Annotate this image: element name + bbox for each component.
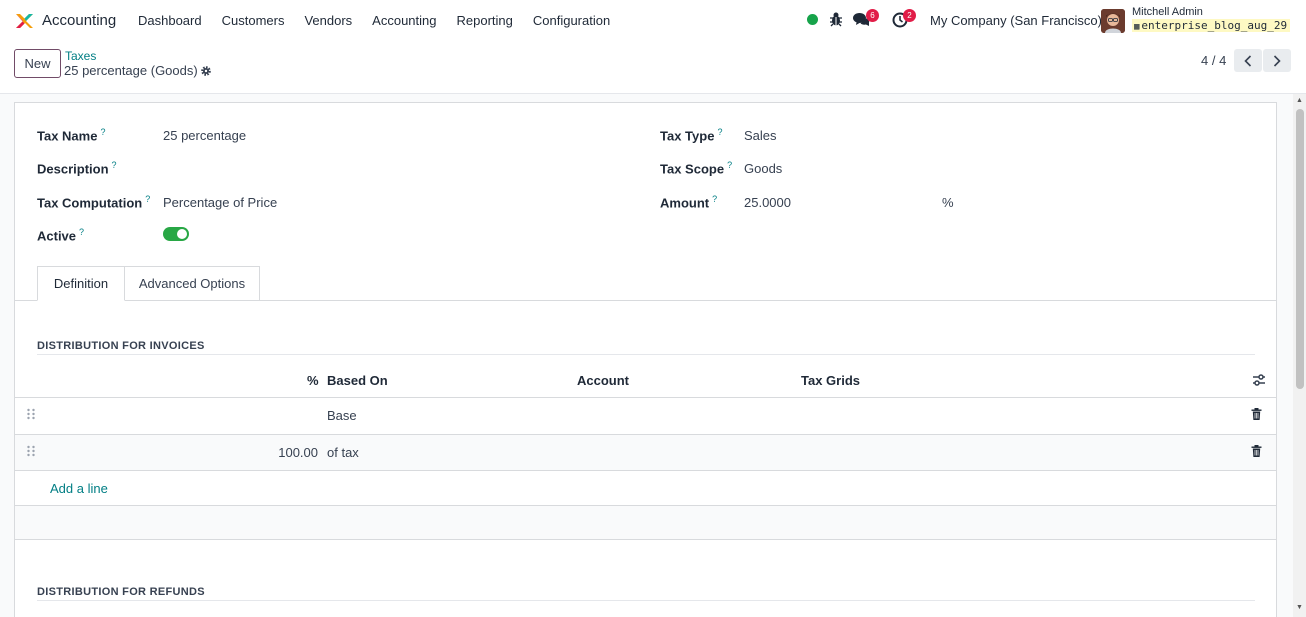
active-label: Active? xyxy=(37,227,85,244)
table-footer xyxy=(15,506,1276,539)
tab-advanced-options[interactable]: Advanced Options xyxy=(125,266,260,301)
activities-count-badge: 2 xyxy=(903,9,916,22)
table-row-divider xyxy=(15,470,1276,471)
chevron-right-icon xyxy=(1273,54,1281,67)
chevron-left-icon xyxy=(1244,54,1252,67)
tax-type-label: Tax Type? xyxy=(660,127,723,144)
top-navbar: Accounting Dashboard Customers Vendors A… xyxy=(0,0,1306,41)
user-avatar[interactable] xyxy=(1101,9,1125,33)
trash-icon[interactable] xyxy=(1251,408,1262,420)
invoices-section-title: DISTRIBUTION FOR INVOICES xyxy=(37,340,205,352)
pager-next-button[interactable] xyxy=(1263,49,1291,72)
drag-handle-icon[interactable] xyxy=(26,408,36,420)
amount-label: Amount? xyxy=(660,194,718,211)
table-footer-bottom xyxy=(15,539,1276,540)
amount-unit: % xyxy=(942,195,954,210)
drag-handle-icon[interactable] xyxy=(26,445,36,457)
trash-icon[interactable] xyxy=(1251,445,1262,457)
menu-dashboard[interactable]: Dashboard xyxy=(138,13,202,28)
main-menu: Dashboard Customers Vendors Accounting R… xyxy=(138,13,630,28)
table-row-hover-bg xyxy=(15,435,1276,470)
breadcrumb-current: 25 percentage (Goods) xyxy=(64,63,198,78)
tax-computation-label: Tax Computation? xyxy=(37,194,151,211)
form-sheet: Tax Name? 25 percentage Description? Tax… xyxy=(14,102,1277,617)
database-name: ▦ enterprise_blog_aug_29 xyxy=(1132,19,1291,32)
row-based-on[interactable]: of tax xyxy=(327,445,359,460)
scroll-up-arrow-icon[interactable]: ▲ xyxy=(1296,97,1303,104)
accounting-app-icon[interactable] xyxy=(14,11,34,31)
row-percent[interactable]: 100.00 xyxy=(265,445,318,460)
user-avatar-image xyxy=(1101,9,1125,33)
add-line-link[interactable]: Add a line xyxy=(50,481,108,496)
pager-value[interactable]: 4 / 4 xyxy=(1201,53,1226,68)
tax-scope-label: Tax Scope? xyxy=(660,160,733,177)
pager-previous-button[interactable] xyxy=(1234,49,1262,72)
row-based-on[interactable]: Base xyxy=(327,408,357,423)
bug-icon[interactable] xyxy=(829,11,843,27)
menu-vendors[interactable]: Vendors xyxy=(304,13,352,28)
description-help-icon[interactable]: ? xyxy=(112,160,117,170)
app-name[interactable]: Accounting xyxy=(42,12,116,29)
invoices-section-rule xyxy=(37,354,1255,355)
tax-type-field[interactable]: Sales xyxy=(744,128,777,143)
tax-scope-field[interactable]: Goods xyxy=(744,161,782,176)
column-based-on[interactable]: Based On xyxy=(327,373,388,388)
menu-reporting[interactable]: Reporting xyxy=(457,13,513,28)
tax-type-help-icon[interactable]: ? xyxy=(717,127,722,137)
menu-customers[interactable]: Customers xyxy=(222,13,285,28)
refunds-section-rule xyxy=(37,600,1255,601)
database-icon: ▦ xyxy=(1134,22,1140,32)
tax-name-field[interactable]: 25 percentage xyxy=(163,128,246,143)
tax-computation-help-icon[interactable]: ? xyxy=(145,194,150,204)
active-help-icon[interactable]: ? xyxy=(79,227,84,237)
scroll-down-arrow-icon[interactable]: ▼ xyxy=(1296,604,1303,611)
column-account[interactable]: Account xyxy=(577,373,629,388)
status-dot-icon[interactable] xyxy=(807,14,818,25)
column-percent[interactable]: % xyxy=(307,373,319,388)
column-settings-icon[interactable] xyxy=(1252,373,1266,387)
tax-scope-help-icon[interactable]: ? xyxy=(727,160,732,170)
messages-count-badge: 6 xyxy=(866,9,879,22)
amount-field[interactable]: 25.0000 xyxy=(744,195,791,210)
tax-name-help-icon[interactable]: ? xyxy=(100,127,105,137)
user-name[interactable]: Mitchell Admin xyxy=(1132,6,1203,18)
breadcrumb-parent[interactable]: Taxes xyxy=(65,49,96,63)
refunds-section-title: DISTRIBUTION FOR REFUNDS xyxy=(37,586,205,598)
control-panel: New Taxes 25 percentage (Goods) 4 / 4 xyxy=(0,41,1306,94)
tab-definition[interactable]: Definition xyxy=(37,266,125,301)
column-tax-grids[interactable]: Tax Grids xyxy=(801,373,860,388)
new-button[interactable]: New xyxy=(14,49,61,78)
scrollbar-thumb[interactable] xyxy=(1296,109,1304,389)
description-label: Description? xyxy=(37,160,117,177)
database-name-text: enterprise_blog_aug_29 xyxy=(1141,19,1288,32)
menu-configuration[interactable]: Configuration xyxy=(533,13,610,28)
tax-computation-field[interactable]: Percentage of Price xyxy=(163,195,277,210)
tax-name-label: Tax Name? xyxy=(37,127,106,144)
amount-help-icon[interactable]: ? xyxy=(712,194,717,204)
menu-accounting[interactable]: Accounting xyxy=(372,13,436,28)
company-switcher[interactable]: My Company (San Francisco) xyxy=(930,13,1102,28)
table-header-divider xyxy=(15,397,1276,398)
description-field[interactable] xyxy=(163,160,603,178)
active-toggle[interactable] xyxy=(163,227,189,241)
gear-icon[interactable] xyxy=(200,65,212,77)
vertical-scrollbar[interactable]: ▲ ▼ xyxy=(1293,94,1306,617)
